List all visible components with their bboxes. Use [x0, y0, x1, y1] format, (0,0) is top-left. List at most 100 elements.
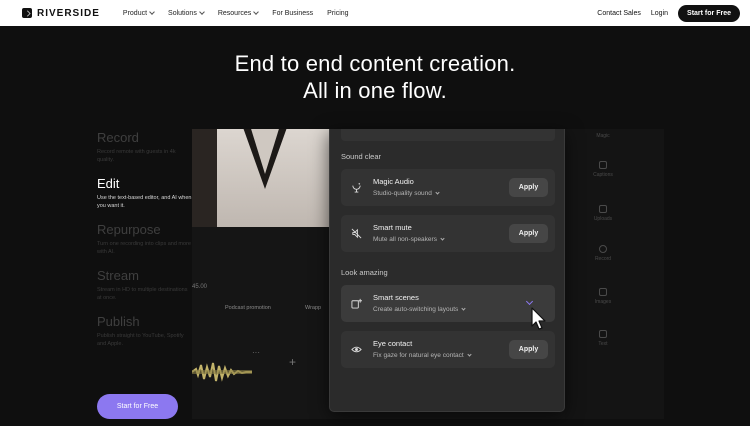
nav-right: Contact Sales Login Start for Free	[597, 4, 740, 22]
tool-text[interactable]: Text	[565, 330, 641, 347]
section-label-look-amazing: Look amazing	[341, 268, 388, 277]
tool-magic[interactable]: Magic	[565, 133, 641, 139]
tool-label: Uploads	[593, 216, 613, 222]
card-smart-scenes[interactable]: Smart scenes Create auto-switching layou…	[341, 285, 555, 322]
nav-item-solutions[interactable]: Solutions	[168, 9, 205, 17]
nav-item-pricing[interactable]: Pricing	[327, 10, 348, 17]
card-subtitle-text: Studio-quality sound	[373, 190, 432, 197]
step-desc: Publish straight to YouTube, Spotify and…	[97, 333, 184, 347]
step-desc: Use the text-based editor, and AI when y…	[97, 195, 192, 209]
step-title: Publish	[97, 314, 140, 329]
card-subtitle[interactable]: Fix gaze for natural eye contact	[373, 352, 472, 359]
card-title: Smart scenes	[373, 293, 419, 302]
nav-links: Product Solutions Resources For Business…	[122, 9, 349, 17]
tool-label: Record	[594, 256, 612, 262]
tool-label: Text	[598, 341, 608, 347]
smart-scenes-icon	[351, 298, 362, 309]
apply-button[interactable]: Apply	[509, 224, 548, 243]
nav-item-resources[interactable]: Resources	[217, 9, 260, 17]
step-title: Record	[97, 130, 139, 145]
timeline-chip[interactable]: Wrapp	[305, 305, 321, 311]
captions-icon	[599, 161, 607, 169]
step-publish[interactable]: Publish Publish straight to YouTube, Spo…	[97, 314, 192, 348]
logo-mark-icon	[22, 8, 32, 18]
card-smart-mute[interactable]: Smart mute Mute all non-speakers Apply	[341, 215, 555, 252]
card-eye-contact[interactable]: Eye contact Fix gaze for natural eye con…	[341, 331, 555, 368]
hero-heading: End to end content creation. All in one …	[0, 50, 750, 104]
audio-waveform-icon	[192, 362, 252, 382]
step-desc: Stream in HD to multiple destinations at…	[97, 287, 188, 301]
apply-button[interactable]: Apply	[509, 178, 548, 197]
text-icon	[599, 330, 607, 338]
tool-record[interactable]: Record	[565, 245, 641, 262]
step-desc: Record remote with guests in 4k quality.	[97, 149, 176, 163]
image-icon	[599, 288, 607, 296]
card-subtitle-text: Fix gaze for natural eye contact	[373, 352, 464, 359]
tool-images[interactable]: Images	[565, 288, 641, 305]
apply-button[interactable]: Apply	[509, 340, 548, 359]
add-icon[interactable]: +	[289, 355, 296, 369]
editor-sidebar: Magic Captions Uploads Record Images Tex…	[565, 129, 664, 419]
step-title: Repurpose	[97, 222, 161, 237]
top-nav: RIVERSIDE Product Solutions Resources Fo…	[0, 0, 750, 26]
chevron-down-icon	[461, 306, 466, 311]
card-magic-audio[interactable]: Magic Audio Studio-quality sound Apply	[341, 169, 555, 206]
tool-uploads[interactable]: Uploads	[565, 205, 641, 222]
card-title: Smart mute	[373, 223, 412, 232]
brand-name: RIVERSIDE	[37, 7, 100, 19]
upload-icon	[599, 205, 607, 213]
chevron-down-icon	[467, 352, 472, 357]
step-record[interactable]: Record Record remote with guests in 4k q…	[97, 130, 192, 164]
chevron-down-icon	[253, 9, 260, 15]
eye-contact-icon	[351, 346, 362, 353]
chevron-down-icon	[435, 190, 440, 195]
nav-item-label: Pricing	[327, 9, 349, 17]
tool-label: Magic	[596, 133, 610, 139]
smart-mute-icon	[351, 228, 362, 239]
card-subtitle[interactable]: Mute all non-speakers	[373, 236, 445, 243]
step-edit[interactable]: Edit Use the text-based editor, and AI w…	[97, 176, 192, 210]
card-title: Eye contact	[373, 339, 413, 348]
nav-item-label: Product	[122, 9, 148, 17]
mouse-cursor-icon	[531, 307, 546, 330]
timeline-timestamp: 45.00	[192, 284, 208, 290]
step-repurpose[interactable]: Repurpose Turn one recording into clips …	[97, 222, 192, 256]
more-options-icon[interactable]: ···	[252, 348, 260, 357]
nav-item-product[interactable]: Product	[122, 9, 155, 17]
brand-logo[interactable]: RIVERSIDE	[22, 8, 100, 19]
section-label-sound-clear: Sound clear	[341, 152, 382, 161]
nav-item-for-business[interactable]: For Business	[272, 10, 313, 17]
step-stream[interactable]: Stream Stream in HD to multiple destinat…	[97, 268, 192, 302]
magic-audio-icon	[352, 182, 361, 193]
contact-sales-link[interactable]: Contact Sales	[597, 10, 641, 17]
start-for-free-button[interactable]: Start for Free	[97, 394, 178, 419]
step-title: Edit	[97, 176, 120, 191]
card-subtitle[interactable]: Create auto-switching layouts	[373, 306, 466, 313]
nav-start-free-button[interactable]: Start for Free	[678, 4, 740, 22]
hero-line-1: End to end content creation.	[234, 51, 516, 76]
card-subtitle-text: Mute all non-speakers	[373, 236, 437, 243]
card-title: Magic Audio	[373, 177, 414, 186]
card-subtitle-text: Create auto-switching layouts	[373, 306, 459, 313]
step-desc: Turn one recording into clips and more w…	[97, 241, 191, 255]
chevron-down-icon	[440, 236, 445, 241]
chevron-down-icon	[198, 9, 205, 15]
tool-captions[interactable]: Captions	[565, 161, 641, 178]
timeline-chip[interactable]: Podcast promotion	[225, 305, 271, 311]
video-preview	[192, 129, 332, 227]
tool-label: Images	[594, 299, 612, 305]
nav-item-label: For Business	[272, 9, 314, 17]
hero-line-2: All in one flow.	[303, 78, 447, 103]
tool-label: Captions	[593, 172, 613, 178]
nav-item-label: Solutions	[168, 9, 197, 17]
login-link[interactable]: Login	[651, 10, 668, 17]
nav-item-label: Resources	[217, 9, 252, 17]
card-subtitle[interactable]: Studio-quality sound	[373, 190, 440, 197]
step-title: Stream	[97, 268, 139, 283]
ai-tools-panel: Sound clear Magic Audio Studio-quality s…	[329, 129, 565, 412]
workflow-steps: Record Record remote with guests in 4k q…	[97, 130, 192, 360]
chevron-down-icon	[149, 9, 155, 15]
expand-chevron-icon[interactable]	[525, 297, 534, 306]
panel-previous-card	[341, 129, 555, 141]
record-icon	[599, 245, 607, 253]
